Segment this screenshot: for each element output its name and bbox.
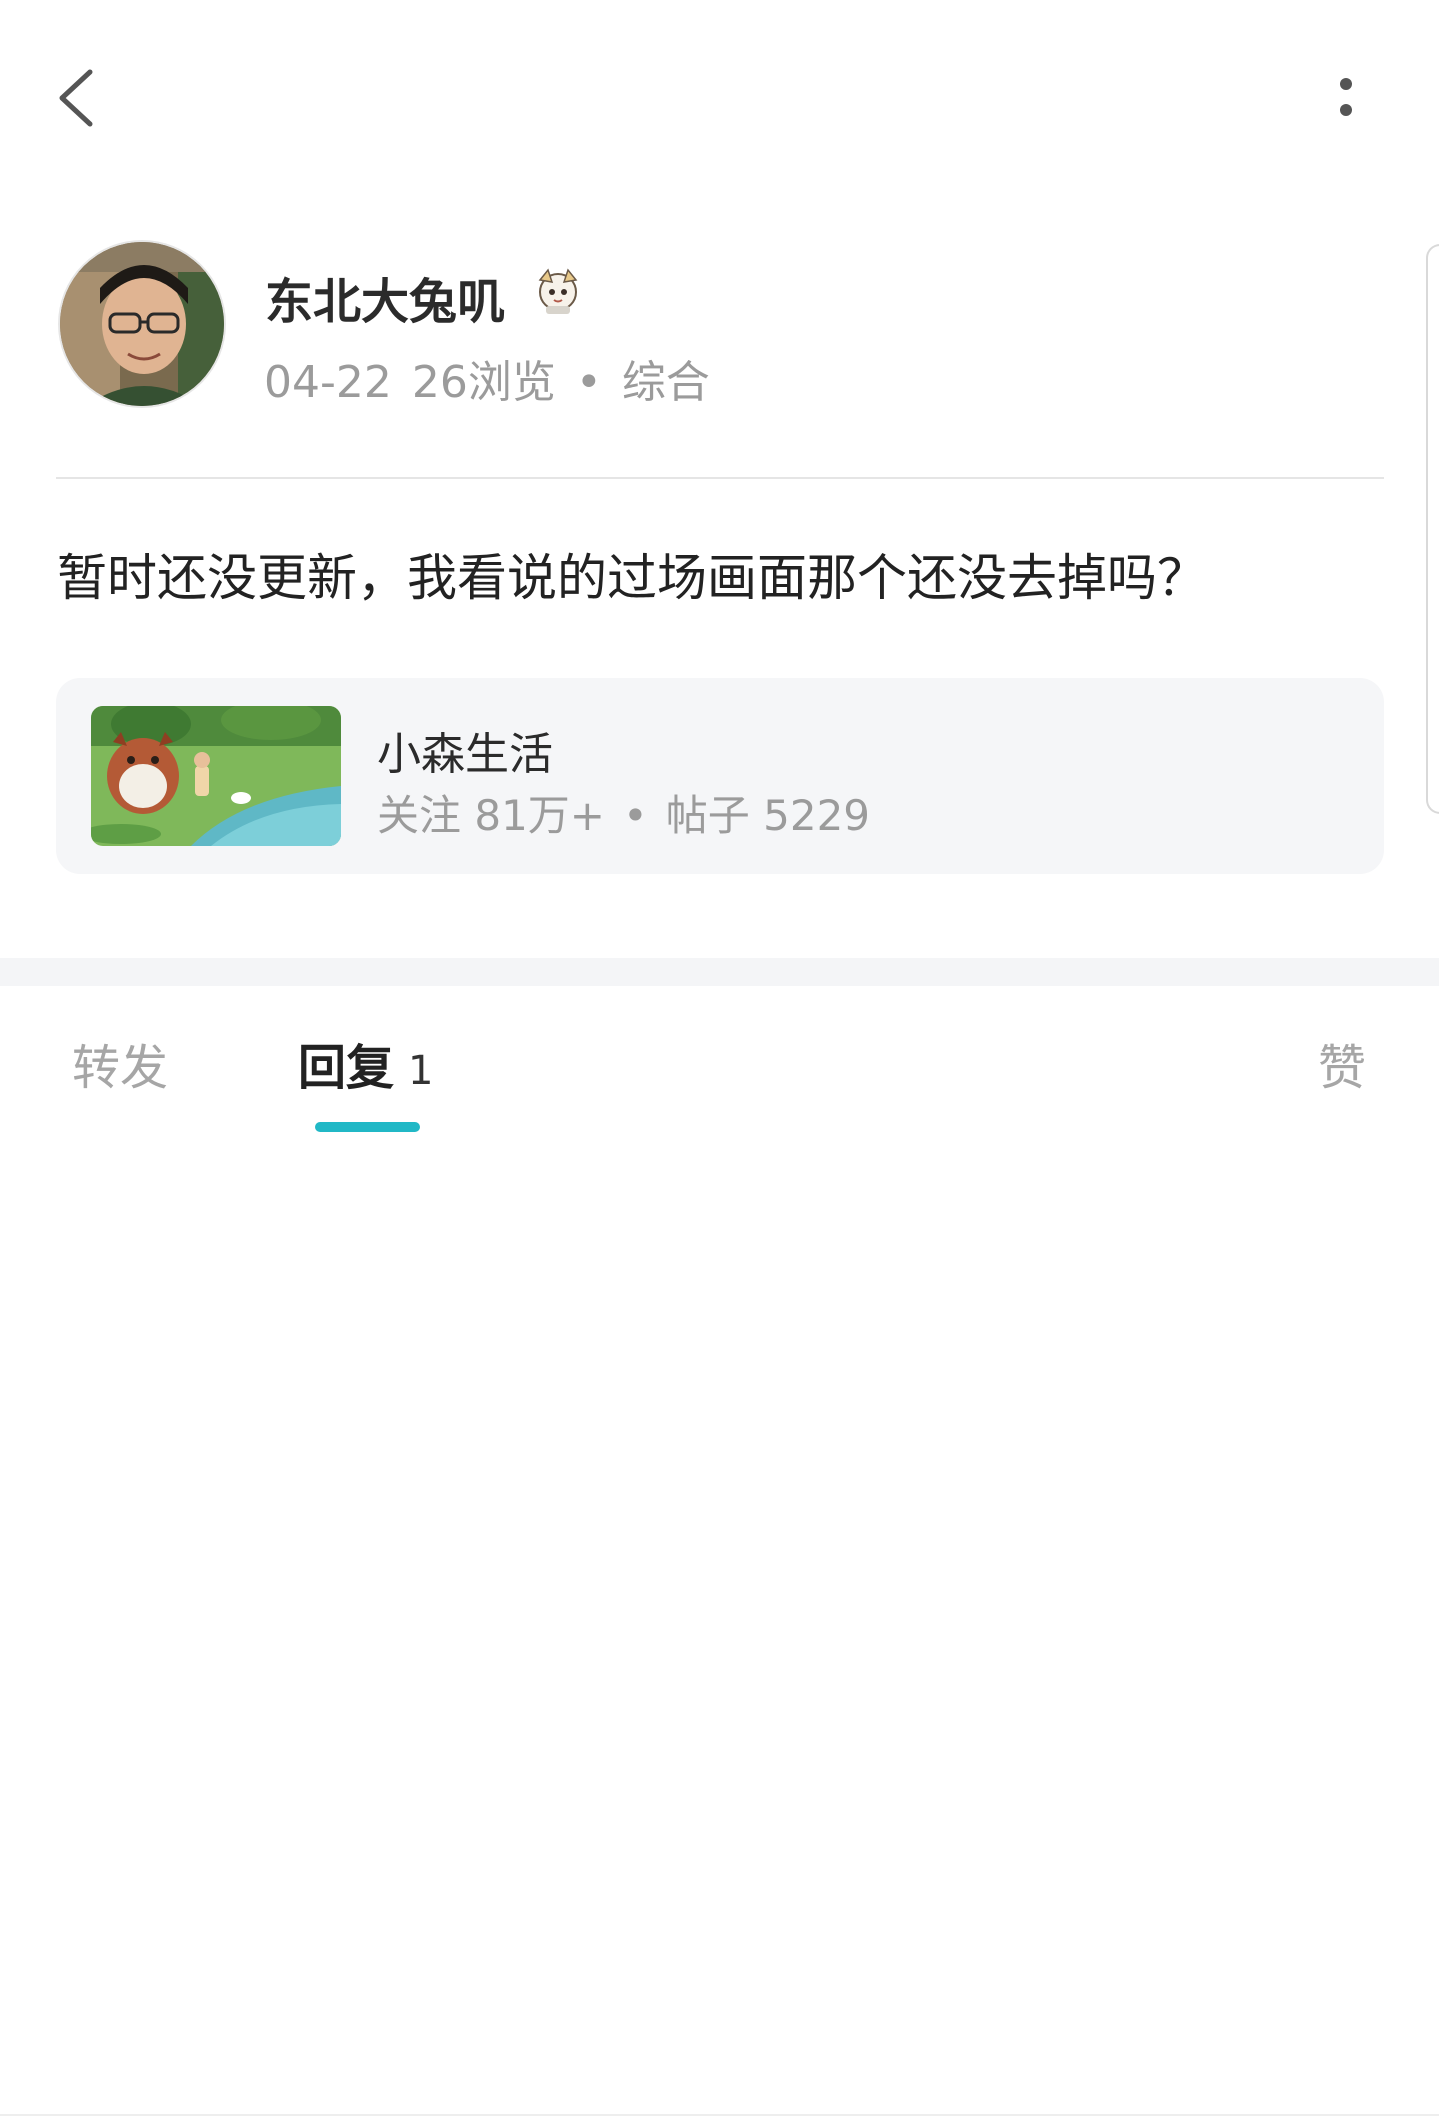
post-category[interactable]: 综合 [622, 346, 710, 410]
interaction-tabs: 转发 回复 1 赞 [0, 986, 1439, 2116]
top-bar [0, 0, 1439, 190]
divider [56, 477, 1384, 479]
post-meta: 04-22 26浏览 • 综合 [264, 346, 710, 410]
tab-like[interactable]: 赞 [1318, 1028, 1366, 1098]
post-text: 暂时还没更新，我看说的过场画面那个还没去掉吗？ [57, 549, 1207, 607]
post-date: 04-22 [264, 357, 392, 408]
character-badge-icon [530, 262, 586, 318]
forum-followers: 关注 81万+ [377, 791, 605, 840]
tab-reply-label: 回复 [298, 1040, 395, 1096]
chevron-left-icon [44, 60, 108, 136]
back-button[interactable] [44, 60, 108, 136]
forum-post-count: 帖子 5229 [665, 791, 871, 840]
active-tab-indicator [315, 1122, 420, 1132]
vertical-dots-icon [1316, 66, 1376, 130]
meta-separator: • [575, 357, 602, 408]
forum-stats: 关注 81万+ • 帖子 5229 [377, 782, 870, 843]
tab-repost[interactable]: 转发 [72, 1028, 168, 1098]
forum-thumbnail [91, 706, 341, 846]
view-count: 26浏览 [411, 357, 556, 408]
reply-count: 1 [408, 1048, 434, 1094]
author-header: 东北大兔叽 04-22 26浏览 • 综合 [58, 240, 1384, 410]
author-name[interactable]: 东北大兔叽 [265, 262, 505, 332]
forum-stats-separator: • [623, 791, 648, 840]
forum-name: 小森生活 [377, 729, 553, 780]
tab-reply[interactable]: 回复 1 [298, 1028, 433, 1098]
more-options-button[interactable] [1316, 66, 1376, 130]
forum-card[interactable]: 小森生活 关注 81万+ • 帖子 5229 [56, 678, 1384, 874]
section-gap [0, 958, 1439, 986]
scroll-edge-handle[interactable] [1426, 244, 1439, 814]
avatar[interactable] [58, 240, 226, 408]
